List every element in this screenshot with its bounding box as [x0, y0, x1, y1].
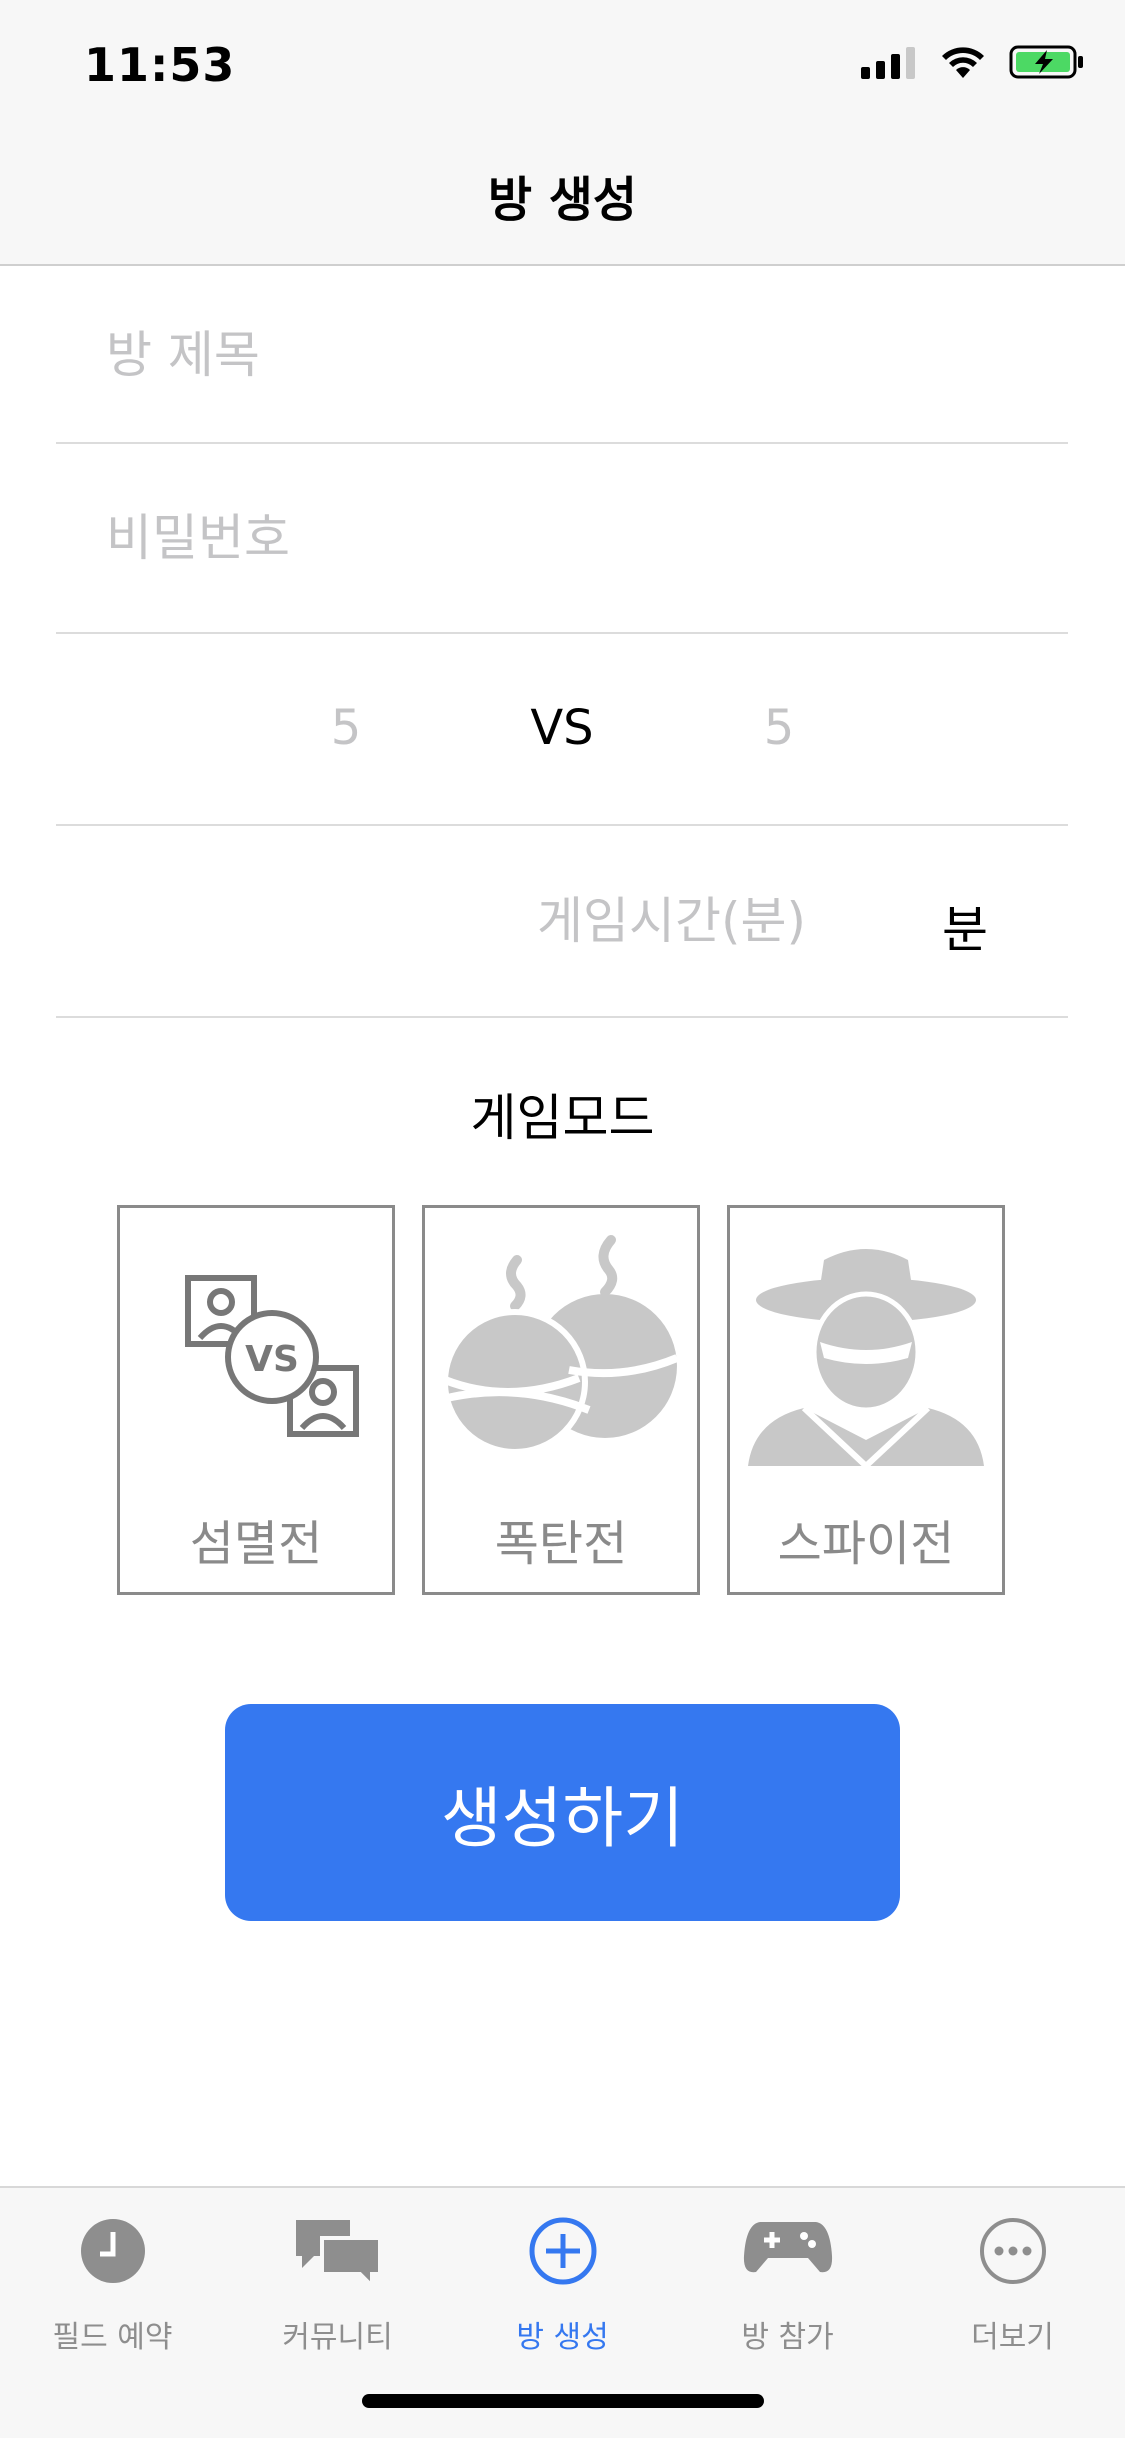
home-indicator [362, 2394, 764, 2408]
top-bar: 11:53 방 생성 [0, 0, 1125, 266]
tab-label: 더보기 [971, 2320, 1054, 2355]
vs-label: VS [530, 700, 594, 756]
tab-create-room[interactable]: 방 생성 [450, 2216, 675, 2356]
cellular-signal-icon [861, 47, 915, 79]
tab-more[interactable]: 더보기 [900, 2216, 1125, 2356]
mode-card-spy[interactable]: 스파이전 [727, 1205, 1005, 1595]
status-time: 11:53 [84, 38, 236, 92]
game-time-row: 분 [56, 824, 1068, 1018]
game-time-input[interactable] [404, 824, 808, 1018]
tab-field-reservation[interactable]: 필드 예약 [0, 2216, 225, 2356]
tab-label: 방 참가 [741, 2320, 834, 2355]
chat-bubbles-icon [295, 2220, 382, 2288]
spy-icon [748, 1249, 984, 1471]
more-icon [979, 2218, 1046, 2284]
mode-card-bomb[interactable]: 폭탄전 [422, 1205, 700, 1595]
team-right-count[interactable]: 5 [719, 700, 839, 756]
tab-community[interactable]: 커뮤니티 [225, 2216, 450, 2356]
plus-circle-icon [529, 2217, 596, 2285]
team-size-row: 5 VS 5 [56, 632, 1068, 826]
wifi-icon [942, 47, 984, 78]
tab-join-room[interactable]: 방 참가 [675, 2216, 900, 2356]
tab-label: 방 생성 [516, 2320, 609, 2355]
svg-text:VS: VS [245, 1339, 299, 1380]
mode-card-annihilation[interactable]: VS 섬멸전 [117, 1205, 395, 1595]
team-left-count[interactable]: 5 [286, 700, 406, 756]
game-mode-title: 게임모드 [470, 1089, 655, 1147]
create-button[interactable]: 생성하기 [225, 1704, 900, 1921]
tab-label: 커뮤니티 [282, 2320, 393, 2355]
page-title: 방 생성 [487, 172, 638, 228]
status-icons [861, 44, 1085, 80]
mode-label: 스파이전 [777, 1516, 955, 1572]
tab-label: 필드 예약 [52, 2320, 173, 2355]
room-title-row [56, 266, 1068, 444]
mode-label: 폭탄전 [494, 1516, 628, 1572]
battery-charging-icon [1009, 45, 1083, 79]
password-input[interactable] [104, 442, 1008, 634]
game-time-unit: 분 [942, 901, 988, 959]
password-row [56, 442, 1068, 634]
vs-icon: VS [185, 1275, 359, 1437]
mode-label: 섬멸전 [189, 1516, 323, 1572]
bomb-icon [442, 1235, 679, 1455]
clock-icon [80, 2219, 145, 2283]
room-title-input[interactable] [104, 266, 1008, 444]
gamepad-icon [743, 2222, 832, 2273]
